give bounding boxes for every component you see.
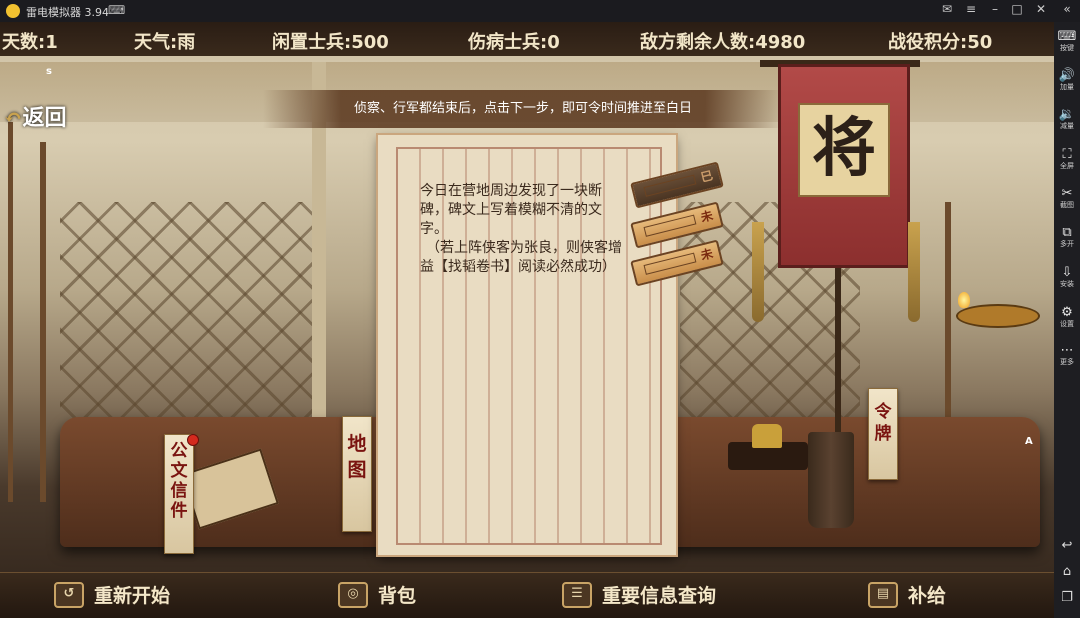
- collapse-sidebar-icon[interactable]: «: [1058, 2, 1076, 16]
- emulator-title: 雷电模拟器 3.94: [26, 6, 109, 19]
- backpack-icon: ◎: [338, 581, 368, 608]
- restart-label: 重新开始: [94, 585, 171, 607]
- minimize-icon[interactable]: –: [986, 2, 1004, 16]
- documents-scroll[interactable]: 公文信件: [164, 434, 194, 554]
- apk-install-icon: ⇩: [1061, 265, 1073, 280]
- token-scroll[interactable]: 令牌: [868, 388, 898, 480]
- back-button[interactable]: ↶返回: [4, 100, 66, 132]
- general-banner: 将: [778, 64, 910, 268]
- android-back-icon[interactable]: ↩: [1054, 538, 1080, 553]
- touch-marker-a: A: [1025, 436, 1033, 447]
- sidebar-multi-open[interactable]: ⧉ 多开: [1054, 226, 1080, 249]
- letter-text: 今日在营地周边发现了一块断碑，碑文上写着模糊不清的文字。 （若上阵侠客为张良，则…: [420, 182, 625, 277]
- back-label: 返回: [22, 105, 67, 131]
- emulator-title-bar: 雷电模拟器 3.94 ⌨ ✉ ≡ – □ ✕ «: [0, 0, 1080, 22]
- multi-open-icon: ⧉: [1062, 225, 1072, 240]
- spear-left-2: [8, 122, 13, 502]
- token-cup[interactable]: [808, 432, 854, 528]
- status-hud: 天数:1 天气:雨 闲置士兵:500 伤病士兵:0 敌方剩余人数:4980 战役…: [0, 22, 1054, 56]
- documents-label: 公文信件: [170, 441, 188, 521]
- gear-icon: ⚙: [1061, 305, 1073, 320]
- supply-box-icon: ▤: [868, 581, 898, 608]
- time-slip-1-tag: 巳: [699, 168, 715, 185]
- sidebar-volume-down[interactable]: 🔉 减量: [1054, 108, 1080, 131]
- maximize-icon[interactable]: □: [1008, 2, 1026, 16]
- time-slips: 巳 未 未: [626, 152, 726, 287]
- idle-soldiers: 闲置士兵:500: [272, 32, 389, 53]
- restart-icon: ↺: [54, 581, 84, 608]
- map-scroll[interactable]: 地图: [342, 416, 372, 532]
- lattice-wall-left: [60, 202, 320, 442]
- mail-icon[interactable]: ✉: [938, 2, 956, 16]
- enemies-remaining: 敌方剩余人数:4980: [640, 32, 806, 53]
- scroll-icon: ☰: [562, 581, 592, 608]
- seal-box: [728, 424, 808, 470]
- flame-icon: [958, 292, 970, 308]
- fullscreen-icon: ⛶: [1062, 147, 1072, 162]
- sidebar-screenshot[interactable]: ✂ 截图: [1054, 187, 1080, 210]
- day-count: 天数:1: [2, 32, 58, 53]
- weather-status: 天气:雨: [134, 32, 196, 53]
- menu-icon[interactable]: ≡: [962, 2, 980, 16]
- wounded-soldiers: 伤病士兵:0: [468, 32, 560, 53]
- close-icon[interactable]: ✕: [1032, 2, 1050, 16]
- restart-button[interactable]: ↺ 重新开始: [54, 581, 170, 611]
- letter-paragraph-1: 今日在营地周边发现了一块断碑，碑文上写着模糊不清的文字。: [420, 183, 602, 237]
- time-slip-2-tag: 未: [699, 208, 715, 225]
- volume-up-icon: 🔊: [1058, 68, 1076, 83]
- keyboard-icon: ⌨: [1057, 29, 1077, 44]
- sidebar-install[interactable]: ⇩ 安装: [1054, 266, 1080, 289]
- back-arrow-icon: ↶: [4, 105, 23, 131]
- volume-down-icon: 🔉: [1058, 107, 1076, 122]
- tassel-left: [752, 222, 764, 322]
- supply-label: 补给: [908, 585, 947, 607]
- emulator-logo-icon: [6, 4, 20, 18]
- sidebar-more[interactable]: ⋯ 更多: [1054, 344, 1080, 367]
- emulator-sidebar: ⌨ 按键 🔊 加量 🔉 减量 ⛶ 全屏 ✂ 截图 ⧉ 多开 ⇩ 安装 ⚙ 设置 ⋯ 更多 ↩ ⌂ …: [1054, 22, 1080, 618]
- touch-marker-s: s: [46, 66, 52, 77]
- supply-button[interactable]: ▤ 补给: [868, 581, 946, 611]
- tassel-right: [908, 222, 920, 322]
- backpack-label: 背包: [378, 585, 417, 607]
- sidebar-volume-up[interactable]: 🔊 加量: [1054, 69, 1080, 92]
- android-recents-icon[interactable]: ❐: [1054, 590, 1080, 605]
- bottom-menu: ↺ 重新开始 ◎ 背包 ☰ 重要信息查询 ▤ 补给: [0, 572, 1054, 618]
- scissors-icon: ✂: [1061, 186, 1073, 201]
- gamepad-icon[interactable]: ⌨: [108, 3, 125, 17]
- time-slip-3-tag: 未: [699, 246, 715, 263]
- more-icon: ⋯: [1060, 343, 1074, 358]
- info-query-label: 重要信息查询: [602, 585, 717, 607]
- notification-badge: [187, 434, 199, 446]
- token-label: 令牌: [874, 402, 892, 444]
- game-viewport: 天数:1 天气:雨 闲置士兵:500 伤病士兵:0 敌方剩余人数:4980 战役…: [0, 22, 1054, 618]
- sidebar-settings[interactable]: ⚙ 设置: [1054, 306, 1080, 329]
- letter-paragraph-2: （若上阵侠客为张良，则侠客增益【找韬卷书】阅读必然成功）: [420, 240, 622, 275]
- banner-character: 将: [798, 103, 890, 197]
- brazier: [956, 304, 1040, 328]
- time-slip-1[interactable]: 巳: [630, 161, 724, 209]
- gold-seal-icon: [752, 424, 782, 448]
- sidebar-fullscreen[interactable]: ⛶ 全屏: [1054, 148, 1080, 171]
- hint-banner: 侦察、行军都结束后，点击下一步，即可令时间推进至白日: [263, 90, 783, 128]
- info-query-button[interactable]: ☰ 重要信息查询: [562, 581, 716, 611]
- sidebar-keymap[interactable]: ⌨ 按键: [1054, 30, 1080, 53]
- android-home-icon[interactable]: ⌂: [1054, 564, 1080, 579]
- map-label: 地图: [347, 433, 367, 481]
- spear-left-1: [40, 142, 46, 502]
- backpack-button[interactable]: ◎ 背包: [338, 581, 416, 611]
- battle-points: 战役积分:50: [888, 32, 993, 53]
